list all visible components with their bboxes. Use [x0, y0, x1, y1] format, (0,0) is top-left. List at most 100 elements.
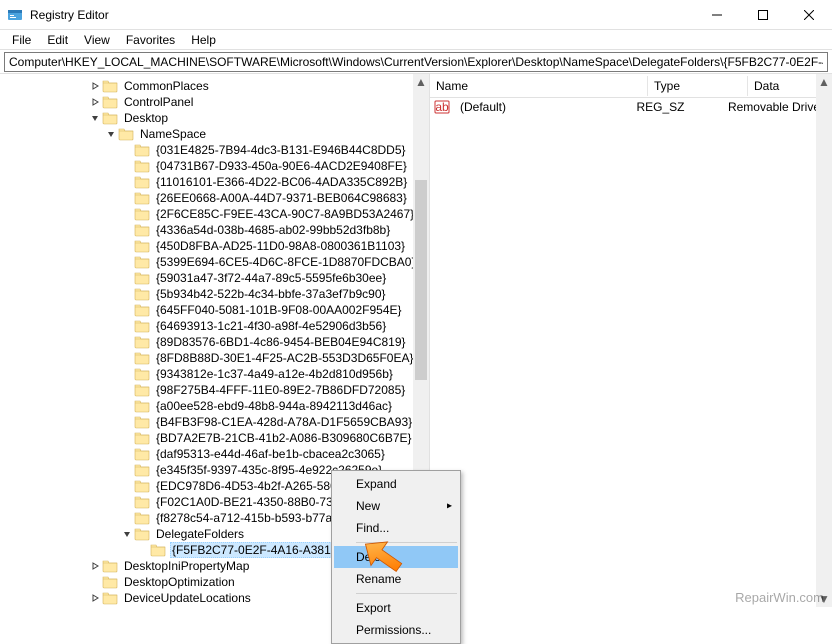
context-menu-separator — [356, 593, 457, 594]
tree-node[interactable]: Desktop — [0, 110, 429, 126]
scroll-up-arrow-icon[interactable]: ▲ — [413, 74, 429, 90]
context-menu-item[interactable]: Permissions... — [334, 619, 458, 641]
folder-icon — [134, 462, 150, 478]
tree-node[interactable]: {031E4825-7B94-4dc3-B131-E946B44C8DD5} — [0, 142, 429, 158]
folder-icon — [102, 558, 118, 574]
titlebar: Registry Editor — [0, 0, 832, 30]
scroll-up-arrow-icon[interactable]: ▲ — [816, 74, 832, 90]
folder-icon — [134, 302, 150, 318]
svg-text:ab: ab — [435, 100, 449, 114]
context-menu-item[interactable]: Delete — [334, 546, 458, 568]
tree-node[interactable]: {64693913-1c21-4f30-a98f-4e52906d3b56} — [0, 318, 429, 334]
context-menu-item[interactable]: New▸ — [334, 495, 458, 517]
tree-node[interactable]: {9343812e-1c37-4a49-a12e-4b2d810d956b} — [0, 366, 429, 382]
list-body[interactable]: ab(Default)REG_SZRemovable Drives — [430, 98, 832, 116]
context-menu-item[interactable]: Export — [334, 597, 458, 619]
folder-icon — [134, 478, 150, 494]
tree-node-label: {daf95313-e44d-46af-be1b-cbacea2c3065} — [154, 447, 387, 461]
menu-view[interactable]: View — [76, 32, 118, 47]
folder-icon — [102, 574, 118, 590]
tree-node[interactable]: {BD7A2E7B-21CB-41b2-A086-B309680C6B7E} — [0, 430, 429, 446]
tree-node-label: ControlPanel — [122, 95, 195, 109]
folder-icon — [134, 142, 150, 158]
tree-node[interactable]: {a00ee528-ebd9-48b8-944a-8942113d46ac} — [0, 398, 429, 414]
folder-icon — [134, 334, 150, 350]
tree-node-label: {89D83576-6BD1-4c86-9454-BEB04E94C819} — [154, 335, 408, 349]
expand-toggle-icon[interactable] — [104, 127, 118, 141]
tree-node-label: {BD7A2E7B-21CB-41b2-A086-B309680C6B7E} — [154, 431, 414, 445]
expand-toggle-icon[interactable] — [88, 111, 102, 125]
context-menu-item[interactable]: Expand — [334, 473, 458, 495]
folder-icon — [134, 238, 150, 254]
menu-edit[interactable]: Edit — [39, 32, 76, 47]
menu-favorites[interactable]: Favorites — [118, 32, 183, 47]
tree-node[interactable]: CommonPlaces — [0, 78, 429, 94]
folder-icon — [134, 446, 150, 462]
folder-icon — [134, 398, 150, 414]
expand-toggle-icon[interactable] — [88, 591, 102, 605]
tree-node-label: DeviceUpdateLocations — [122, 591, 253, 605]
folder-icon — [134, 286, 150, 302]
maximize-button[interactable] — [740, 0, 786, 30]
context-menu-separator — [356, 542, 457, 543]
tree-node[interactable]: {B4FB3F98-C1EA-428d-A78A-D1F5659CBA93} — [0, 414, 429, 430]
scroll-thumb[interactable] — [415, 180, 427, 380]
tree-node-label: {59031a47-3f72-44a7-89c5-5595fe6b30ee} — [154, 271, 388, 285]
tree-node[interactable]: {26EE0668-A00A-44D7-9371-BEB064C98683} — [0, 190, 429, 206]
submenu-arrow-icon: ▸ — [447, 501, 452, 512]
col-name[interactable]: Name — [430, 76, 648, 96]
tree-node[interactable]: {59031a47-3f72-44a7-89c5-5595fe6b30ee} — [0, 270, 429, 286]
context-menu-item[interactable]: Find... — [334, 517, 458, 539]
tree-node[interactable]: {daf95313-e44d-46af-be1b-cbacea2c3065} — [0, 446, 429, 462]
tree-node[interactable]: NameSpace — [0, 126, 429, 142]
folder-icon — [102, 78, 118, 94]
list-header[interactable]: Name Type Data — [430, 74, 832, 98]
tree-node[interactable]: {8FD8B88D-30E1-4F25-AC2B-553D3D65F0EA} — [0, 350, 429, 366]
context-menu[interactable]: Expand New▸ Find... Delete Rename ExportPermi… — [331, 470, 461, 644]
minimize-button[interactable] — [694, 0, 740, 30]
expand-toggle-icon[interactable] — [88, 79, 102, 93]
folder-icon — [118, 126, 134, 142]
tree-node-label: {4336a54d-038b-4685-ab02-99bb52d3fb8b} — [154, 223, 392, 237]
tree-node-label: DesktopIniPropertyMap — [122, 559, 251, 573]
list-vertical-scrollbar[interactable]: ▲ ▼ — [816, 74, 832, 607]
close-button[interactable] — [786, 0, 832, 30]
tree-node-label: {031E4825-7B94-4dc3-B131-E946B44C8DD5} — [154, 143, 408, 157]
context-menu-label: Expand — [356, 477, 397, 491]
tree-node-label: {64693913-1c21-4f30-a98f-4e52906d3b56} — [154, 319, 388, 333]
tree-node-label: {2F6CE85C-F9EE-43CA-90C7-8A9BD53A2467} — [154, 207, 416, 221]
expand-toggle-icon[interactable] — [120, 527, 134, 541]
context-menu-label: Rename — [356, 572, 401, 586]
expand-toggle-icon[interactable] — [88, 559, 102, 573]
folder-icon — [134, 494, 150, 510]
folder-icon — [134, 430, 150, 446]
value-name: (Default) — [454, 99, 630, 115]
folder-icon — [102, 606, 118, 607]
address-input[interactable] — [4, 52, 828, 72]
value-list-pane[interactable]: Name Type Data ab(Default)REG_SZRemovabl… — [430, 74, 832, 607]
context-menu-label: Delete — [356, 550, 391, 564]
tree-node[interactable]: {98F275B4-4FFF-11E0-89E2-7B86DFD72085} — [0, 382, 429, 398]
tree-node[interactable]: {5399E694-6CE5-4D6C-8FCE-1D8870FDCBA0} — [0, 254, 429, 270]
tree-node[interactable]: {450D8FBA-AD25-11D0-98A8-0800361B1103} — [0, 238, 429, 254]
expand-toggle-icon[interactable] — [88, 95, 102, 109]
tree-node[interactable]: {11016101-E366-4D22-BC06-4ADA335C892B} — [0, 174, 429, 190]
menu-help[interactable]: Help — [183, 32, 224, 47]
value-row[interactable]: ab(Default)REG_SZRemovable Drives — [430, 98, 832, 116]
tree-node[interactable]: {2F6CE85C-F9EE-43CA-90C7-8A9BD53A2467} — [0, 206, 429, 222]
folder-icon — [134, 190, 150, 206]
col-type[interactable]: Type — [648, 76, 748, 96]
folder-icon — [134, 382, 150, 398]
folder-icon — [134, 206, 150, 222]
tree-node[interactable]: {645FF040-5081-101B-9F08-00AA002F954E} — [0, 302, 429, 318]
tree-node[interactable]: {4336a54d-038b-4685-ab02-99bb52d3fb8b} — [0, 222, 429, 238]
tree-node[interactable]: {89D83576-6BD1-4c86-9454-BEB04E94C819} — [0, 334, 429, 350]
folder-icon — [102, 94, 118, 110]
context-menu-label: Find... — [356, 521, 389, 535]
tree-node[interactable]: {04731B67-D933-450a-90E6-4ACD2E9408FE} — [0, 158, 429, 174]
tree-node[interactable]: {5b934b42-522b-4c34-bbfe-37a3ef7b9c90} — [0, 286, 429, 302]
folder-icon — [102, 590, 118, 606]
menu-file[interactable]: File — [4, 32, 39, 47]
context-menu-item[interactable]: Rename — [334, 568, 458, 590]
tree-node[interactable]: ControlPanel — [0, 94, 429, 110]
